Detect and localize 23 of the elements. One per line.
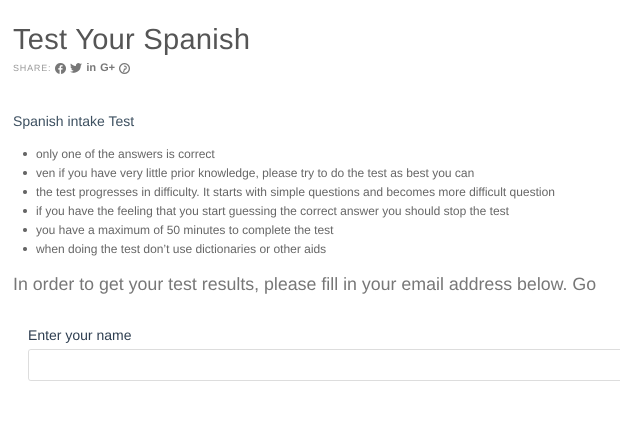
- facebook-icon[interactable]: [55, 62, 66, 74]
- share-link[interactable]: G+: [100, 62, 116, 74]
- field-label: Enter your name: [28, 327, 132, 344]
- intro-text: In order to get your test results, please fill in your email address below. Go: [13, 274, 596, 296]
- pinterest-icon[interactable]: [119, 62, 130, 74]
- bullet-icon: [23, 246, 27, 251]
- bullet-icon: [23, 171, 27, 176]
- name-input-field[interactable]: [28, 349, 620, 382]
- rule-item: the test progresses in difficulty. It starts with simple questions and becomes more difficult question: [36, 184, 555, 201]
- bullet-icon: [23, 152, 27, 156]
- rule-item: ven if you have very little prior knowledge, please try to do the test as best you can: [36, 164, 474, 182]
- bullet-icon: [23, 190, 27, 194]
- share-label: SHARE:: [13, 63, 52, 73]
- page-title: Test Your Spanish: [13, 23, 252, 58]
- bullet-icon: [23, 209, 27, 214]
- share-link[interactable]: in: [86, 62, 96, 74]
- bullet-icon: [23, 228, 27, 232]
- rule-item: if you have the feeling that you start guessing the correct answer you should stop the test: [36, 202, 509, 220]
- rule-item: only one of the answers is correct: [36, 146, 215, 163]
- rule-item: when doing the test don’t use dictionaries or other aids: [36, 240, 326, 258]
- section-title: Spanish intake Test: [13, 113, 136, 129]
- rule-item: you have a maximum of 50 minutes to complete the test: [36, 222, 334, 239]
- bird-icon[interactable]: [70, 63, 82, 73]
